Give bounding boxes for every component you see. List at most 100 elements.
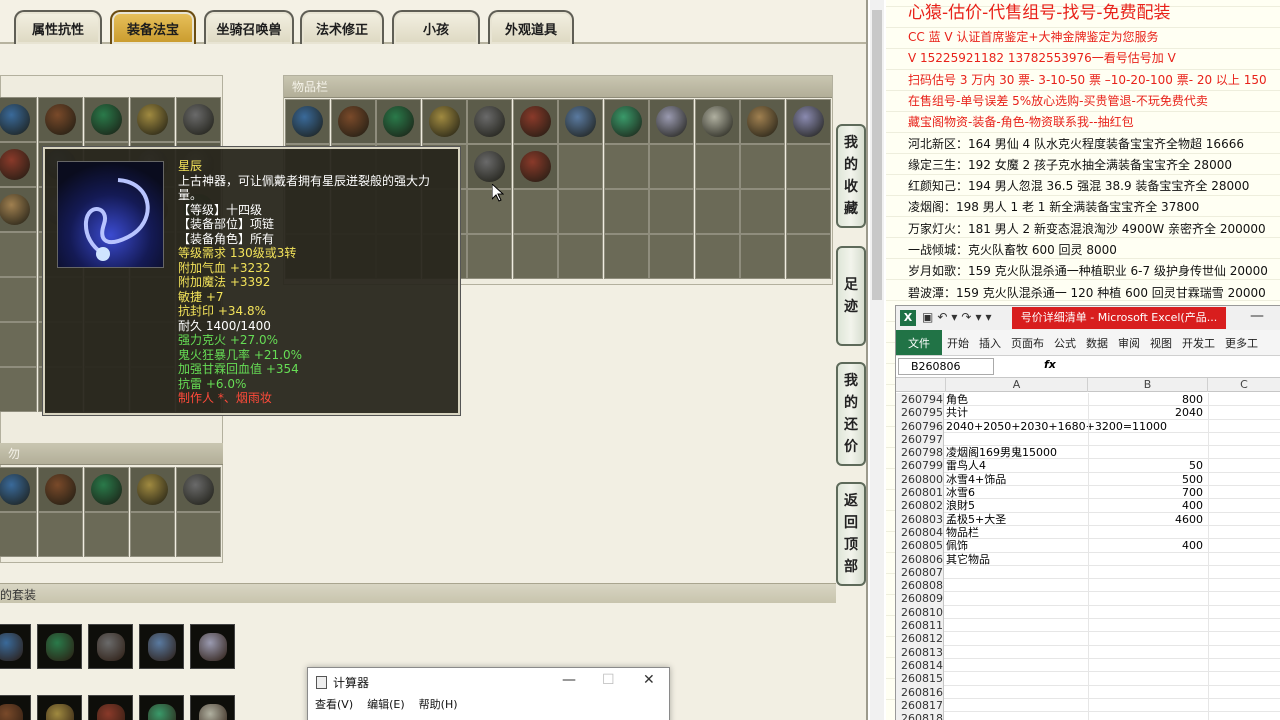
row-number[interactable]: 260808 bbox=[896, 579, 944, 593]
cell-b[interactable] bbox=[1088, 552, 1206, 566]
name-box[interactable]: B260806 bbox=[898, 358, 994, 375]
cell-b[interactable] bbox=[1088, 592, 1206, 606]
cell-b[interactable] bbox=[1088, 645, 1206, 659]
tab-mounts-pets[interactable]: 坐骑召唤兽 bbox=[204, 10, 294, 44]
grid-cell[interactable] bbox=[421, 99, 467, 144]
grid-cell[interactable] bbox=[0, 467, 37, 512]
cell-c[interactable] bbox=[1208, 459, 1280, 473]
grid-cell[interactable] bbox=[558, 99, 603, 144]
grid-cell[interactable] bbox=[130, 97, 175, 142]
row-number[interactable]: 260802 bbox=[896, 499, 944, 513]
grid-cell[interactable] bbox=[512, 189, 558, 234]
cell-b[interactable] bbox=[1088, 698, 1206, 713]
cell-b[interactable] bbox=[1088, 658, 1206, 673]
row-number[interactable]: 260799 bbox=[896, 459, 944, 473]
close-button[interactable]: ✕ bbox=[643, 672, 655, 688]
grid-cell[interactable] bbox=[785, 234, 831, 279]
cell-c[interactable] bbox=[1208, 632, 1280, 646]
my-favorites-button[interactable]: 我的收藏 bbox=[836, 124, 866, 228]
cell-c[interactable] bbox=[1208, 446, 1280, 460]
row-number[interactable]: 260816 bbox=[896, 685, 944, 699]
cell-a[interactable]: 其它物品 bbox=[946, 553, 1088, 566]
cell-b[interactable] bbox=[1088, 565, 1206, 580]
cell-b[interactable]: 400 bbox=[1088, 499, 1206, 513]
suit-item[interactable] bbox=[139, 695, 184, 720]
cell-c[interactable] bbox=[1208, 432, 1280, 447]
grid-cell[interactable] bbox=[0, 142, 37, 187]
suit-item[interactable] bbox=[37, 695, 82, 720]
tab-equipment[interactable]: 装备法宝 bbox=[110, 10, 196, 44]
cell-b[interactable] bbox=[1088, 579, 1206, 593]
grid-cell[interactable] bbox=[740, 99, 785, 144]
grid-cell[interactable] bbox=[38, 512, 83, 557]
cell-a[interactable]: 浪財5 bbox=[946, 499, 1088, 512]
row-number[interactable]: 260812 bbox=[896, 632, 944, 646]
grid-cell[interactable] bbox=[0, 97, 37, 142]
grid-cell[interactable] bbox=[38, 467, 83, 512]
grid-cell[interactable] bbox=[130, 467, 175, 512]
row-number[interactable]: 260794 bbox=[896, 393, 944, 407]
suit-item[interactable] bbox=[37, 624, 82, 669]
suit-item[interactable] bbox=[190, 624, 235, 669]
grid-cell[interactable] bbox=[558, 189, 603, 234]
grid-cell[interactable] bbox=[376, 99, 421, 144]
row-number[interactable]: 260807 bbox=[896, 565, 944, 580]
ribbon-tab[interactable]: 审阅 bbox=[1113, 330, 1145, 355]
cell-c[interactable] bbox=[1208, 658, 1280, 673]
suit-item[interactable] bbox=[190, 695, 235, 720]
cell-a[interactable]: 雷鸟人4 bbox=[946, 459, 1088, 472]
cell-b[interactable] bbox=[1088, 685, 1206, 699]
cell-c[interactable] bbox=[1208, 619, 1280, 633]
ribbon-file-tab[interactable]: 文件 bbox=[896, 330, 942, 355]
grid-cell[interactable] bbox=[785, 99, 831, 144]
grid-cell[interactable] bbox=[512, 144, 558, 189]
grid-cell[interactable] bbox=[0, 322, 37, 367]
grid-cell[interactable] bbox=[649, 234, 694, 279]
ribbon-tab[interactable]: 开始 bbox=[942, 330, 974, 355]
cell-b[interactable]: 4600 bbox=[1088, 512, 1206, 526]
grid-cell[interactable] bbox=[603, 144, 649, 189]
quick-access-toolbar[interactable]: ▣↶▾↷▾▾ bbox=[922, 310, 996, 324]
grid-cell[interactable] bbox=[0, 367, 37, 412]
cell-c[interactable] bbox=[1208, 486, 1280, 500]
grid-cell[interactable] bbox=[740, 234, 785, 279]
cell-c[interactable] bbox=[1208, 472, 1280, 487]
grid-cell[interactable] bbox=[330, 99, 376, 144]
maximize-button[interactable]: ☐ bbox=[602, 672, 615, 688]
cell-c[interactable] bbox=[1208, 525, 1280, 540]
row-number[interactable]: 260798 bbox=[896, 446, 944, 460]
grid-cell[interactable] bbox=[785, 189, 831, 234]
suit-item[interactable] bbox=[88, 695, 133, 720]
cell-c[interactable] bbox=[1208, 645, 1280, 659]
cell-b[interactable]: 700 bbox=[1088, 486, 1206, 500]
cell-b[interactable] bbox=[1088, 712, 1206, 720]
cell-c[interactable] bbox=[1208, 565, 1280, 580]
ribbon-tab[interactable]: 视图 bbox=[1145, 330, 1177, 355]
tab-appearance[interactable]: 外观道具 bbox=[488, 10, 574, 44]
cell-b[interactable]: 2040 bbox=[1088, 406, 1206, 420]
cell-c[interactable] bbox=[1208, 552, 1280, 566]
grid-cell[interactable] bbox=[285, 99, 330, 144]
grid-cell[interactable] bbox=[512, 234, 558, 279]
footprint-button[interactable]: 足迹 bbox=[836, 246, 866, 346]
row-number[interactable]: 260800 bbox=[896, 472, 944, 487]
menu-help[interactable]: 帮助(H) bbox=[419, 696, 458, 712]
cell-b[interactable] bbox=[1088, 432, 1206, 447]
ribbon-tab[interactable]: 页面布 bbox=[1006, 330, 1049, 355]
suit-item[interactable] bbox=[139, 624, 184, 669]
row-number[interactable]: 260797 bbox=[896, 432, 944, 447]
cell-c[interactable] bbox=[1208, 672, 1280, 686]
grid-cell[interactable] bbox=[467, 144, 512, 189]
cell-a[interactable]: 共计 bbox=[946, 406, 1088, 419]
cell-c[interactable] bbox=[1208, 685, 1280, 699]
cell-b[interactable] bbox=[1088, 619, 1206, 633]
ribbon-tab[interactable]: 公式 bbox=[1049, 330, 1081, 355]
grid-cell[interactable] bbox=[694, 189, 740, 234]
cell-b[interactable]: 50 bbox=[1088, 459, 1206, 473]
grid-cell[interactable] bbox=[740, 189, 785, 234]
cell-b[interactable]: 500 bbox=[1088, 472, 1206, 487]
grid-cell[interactable] bbox=[84, 512, 129, 557]
cell-b[interactable] bbox=[1088, 672, 1206, 686]
row-number[interactable]: 260815 bbox=[896, 672, 944, 686]
cell-a[interactable]: 角色 bbox=[946, 393, 1088, 406]
